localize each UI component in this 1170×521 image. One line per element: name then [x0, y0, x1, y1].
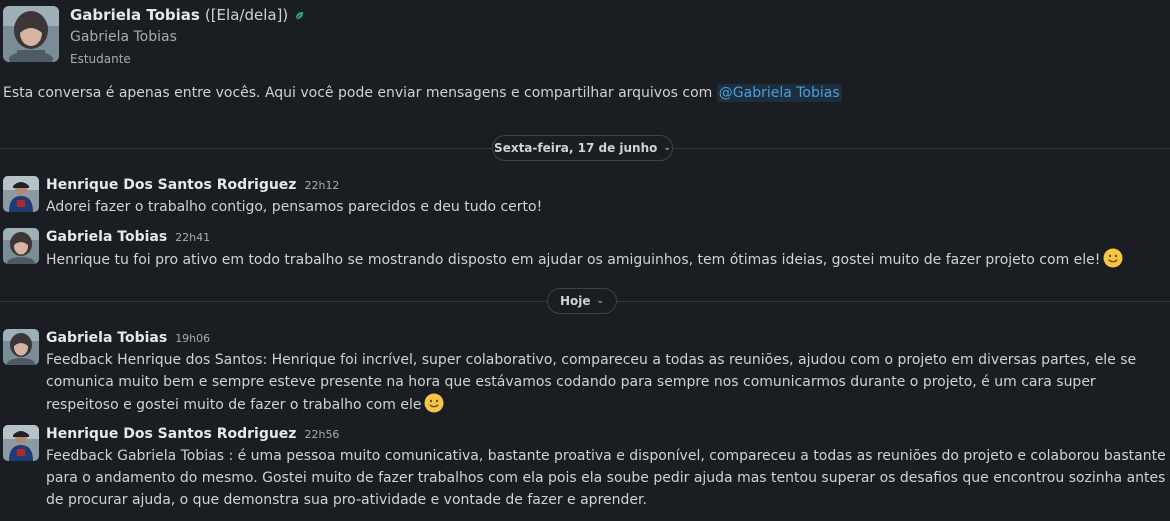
message-sender[interactable]: Gabriela Tobias	[46, 228, 167, 246]
date-separator-today[interactable]: Hoje ⌄	[547, 288, 617, 314]
user-avatar-gabriela[interactable]	[3, 329, 39, 365]
user-avatar-gabriela[interactable]	[3, 228, 39, 264]
profile-avatar[interactable]	[3, 6, 59, 62]
message-sender[interactable]: Henrique Dos Santos Rodriguez	[46, 176, 296, 194]
profile-display-name: Gabriela Tobias	[70, 29, 177, 45]
user-mention[interactable]: @Gabriela Tobias	[716, 84, 842, 102]
profile-title: Estudante	[70, 52, 131, 66]
chevron-down-icon: ⌄	[596, 296, 605, 306]
conversation-intro: Esta conversa é apenas entre vocês. Aqui…	[3, 84, 842, 102]
message-text-wrap: Feedback Henrique dos Santos: Henrique f…	[46, 349, 1166, 416]
date-label: Sexta-feira, 17 de junho	[494, 141, 658, 155]
message-timestamp[interactable]: 19h06	[175, 330, 210, 348]
slightly-smiling-face-icon	[1103, 248, 1123, 268]
message-sender[interactable]: Henrique Dos Santos Rodriguez	[46, 425, 296, 443]
date-label: Hoje	[559, 294, 591, 308]
message-sender[interactable]: Gabriela Tobias	[46, 329, 167, 347]
message-timestamp[interactable]: 22h12	[304, 177, 339, 195]
profile-header: Gabriela Tobias ([Ela/dela]) Gabriela To…	[3, 6, 305, 67]
intro-text: Esta conversa é apenas entre vocês. Aqui…	[3, 85, 717, 101]
message-item: Gabriela Tobias 19h06 Feedback Henrique …	[3, 329, 1166, 416]
message-item: Henrique Dos Santos Rodriguez 22h12 Ador…	[3, 176, 542, 218]
chevron-down-icon: ⌄	[663, 143, 671, 153]
profile-name[interactable]: Gabriela Tobias	[70, 6, 200, 24]
message-text: Adorei fazer o trabalho contigo, pensamo…	[46, 199, 543, 215]
message-item: Henrique Dos Santos Rodriguez 22h56 Feed…	[3, 425, 1166, 511]
date-separator-first[interactable]: Sexta-feira, 17 de junho ⌄	[492, 135, 673, 161]
user-avatar-henrique[interactable]	[3, 176, 39, 212]
leaf-emoji-icon	[295, 11, 304, 19]
slightly-smiling-face-icon	[424, 393, 444, 413]
user-avatar-henrique[interactable]	[3, 425, 39, 461]
profile-pronouns: ([Ela/dela])	[204, 6, 289, 24]
message-text: Feedback Gabriela Tobias : é uma pessoa …	[46, 448, 1166, 508]
message-text: Henrique tu foi pro ativo em todo trabal…	[46, 252, 1101, 268]
message-text: Feedback Henrique dos Santos: Henrique f…	[46, 352, 1137, 413]
message-timestamp[interactable]: 22h41	[175, 229, 210, 247]
message-text-wrap: Henrique tu foi pro ativo em todo trabal…	[46, 248, 1123, 271]
message-timestamp[interactable]: 22h56	[304, 426, 339, 444]
message-item: Gabriela Tobias 22h41 Henrique tu foi pr…	[3, 228, 1123, 271]
